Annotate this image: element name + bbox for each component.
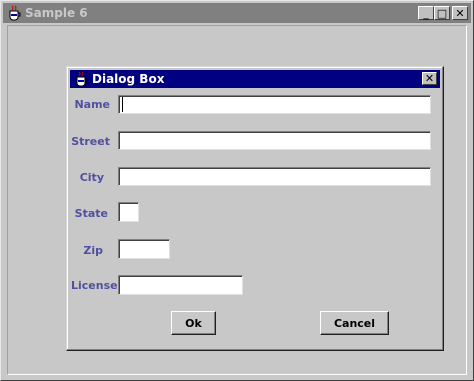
text-caret bbox=[122, 97, 123, 112]
dialog-close-button[interactable]: ✕ bbox=[422, 72, 437, 85]
name-field[interactable] bbox=[118, 95, 431, 114]
close-icon: ✕ bbox=[455, 6, 465, 20]
street-field[interactable] bbox=[118, 131, 431, 150]
license-field[interactable] bbox=[118, 275, 243, 295]
minimize-button[interactable]: _ bbox=[418, 6, 434, 20]
city-label: City bbox=[79, 171, 104, 184]
cancel-button[interactable]: Cancel bbox=[320, 311, 389, 335]
main-window-title: Sample 6 bbox=[25, 6, 88, 20]
license-label: License bbox=[71, 279, 118, 292]
main-window-titlebar[interactable]: Sample 6 _ □ ✕ bbox=[3, 3, 471, 23]
city-field[interactable] bbox=[118, 167, 431, 186]
state-field[interactable] bbox=[118, 202, 139, 222]
maximize-icon: □ bbox=[436, 6, 448, 20]
java-cup-icon bbox=[6, 5, 22, 21]
state-label: State bbox=[74, 207, 108, 220]
name-label: Name bbox=[74, 98, 110, 111]
close-button[interactable]: ✕ bbox=[452, 6, 468, 20]
zip-label: Zip bbox=[83, 244, 103, 257]
ok-button[interactable]: Ok bbox=[171, 311, 216, 335]
maximize-button[interactable]: □ bbox=[434, 6, 450, 20]
minimize-icon: _ bbox=[423, 6, 429, 20]
close-icon: ✕ bbox=[424, 72, 435, 85]
java-cup-icon bbox=[73, 71, 89, 87]
dialog-titlebar[interactable]: Dialog Box ✕ bbox=[70, 70, 440, 88]
street-label: Street bbox=[71, 135, 110, 148]
zip-field[interactable] bbox=[118, 239, 170, 259]
dialog-title: Dialog Box bbox=[92, 72, 165, 86]
